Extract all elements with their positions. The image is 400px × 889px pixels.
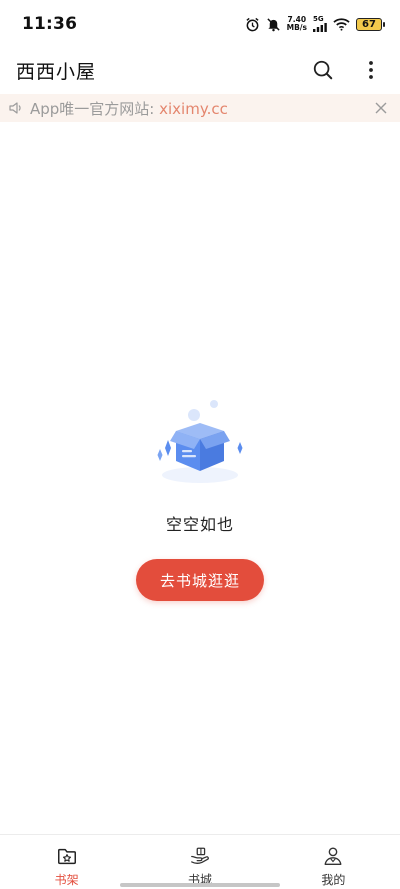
app-bar: 西西小屋 bbox=[0, 48, 400, 92]
nav-item-profile[interactable]: 我的 bbox=[267, 835, 400, 889]
network-speed-unit: MB/s bbox=[286, 23, 307, 32]
signal-5g: 5G bbox=[313, 16, 327, 32]
status-time: 11:36 bbox=[22, 14, 78, 34]
empty-box-illustration bbox=[157, 400, 243, 483]
speaker-icon bbox=[9, 102, 21, 114]
nav-item-bookstore[interactable]: 书城 bbox=[133, 835, 266, 889]
notice-text: App唯一官方网站: xiximy.cc bbox=[30, 98, 228, 119]
empty-message: 空空如也 bbox=[165, 515, 234, 534]
go-bookstore-button[interactable]: 去书城逛逛 bbox=[136, 559, 264, 601]
signal-bars-icon bbox=[313, 23, 327, 32]
signal-label: 5G bbox=[313, 15, 324, 23]
notice-prefix: App唯一官方网站: bbox=[30, 99, 160, 118]
status-icons: 7.40 MB/s 5G 67 bbox=[245, 16, 385, 32]
home-indicator[interactable] bbox=[120, 883, 280, 887]
battery-indicator: 67 bbox=[356, 17, 385, 31]
bookstore-icon bbox=[191, 847, 209, 864]
nav-item-bookshelf[interactable]: 书架 bbox=[0, 835, 133, 889]
search-button[interactable] bbox=[310, 57, 336, 83]
battery-level: 67 bbox=[362, 18, 376, 30]
search-icon bbox=[313, 60, 333, 80]
network-speed: 7.40 MB/s bbox=[287, 16, 307, 32]
mute-bell-icon bbox=[266, 17, 281, 32]
wifi-icon bbox=[333, 17, 350, 31]
page-title: 西西小屋 bbox=[16, 60, 97, 83]
notice-close-button[interactable] bbox=[372, 99, 390, 117]
bottom-nav: 书架 书城 我的 bbox=[0, 834, 400, 889]
alarm-icon bbox=[245, 17, 260, 32]
more-vertical-icon bbox=[369, 61, 373, 79]
more-options-button[interactable] bbox=[358, 57, 384, 83]
app-bar-actions bbox=[310, 57, 384, 83]
status-bar: 11:36 7.40 MB/s 5G 67 bbox=[0, 0, 400, 48]
notice-link[interactable]: xiximy.cc bbox=[159, 100, 228, 118]
profile-icon bbox=[324, 847, 342, 865]
notice-bar: App唯一官方网站: xiximy.cc bbox=[0, 94, 400, 122]
close-icon bbox=[375, 102, 387, 114]
nav-label-bookshelf: 书架 bbox=[54, 873, 79, 887]
nav-label-profile: 我的 bbox=[321, 873, 346, 887]
bookshelf-icon bbox=[57, 848, 76, 865]
empty-state: 空空如也 去书城逛逛 bbox=[0, 395, 400, 601]
